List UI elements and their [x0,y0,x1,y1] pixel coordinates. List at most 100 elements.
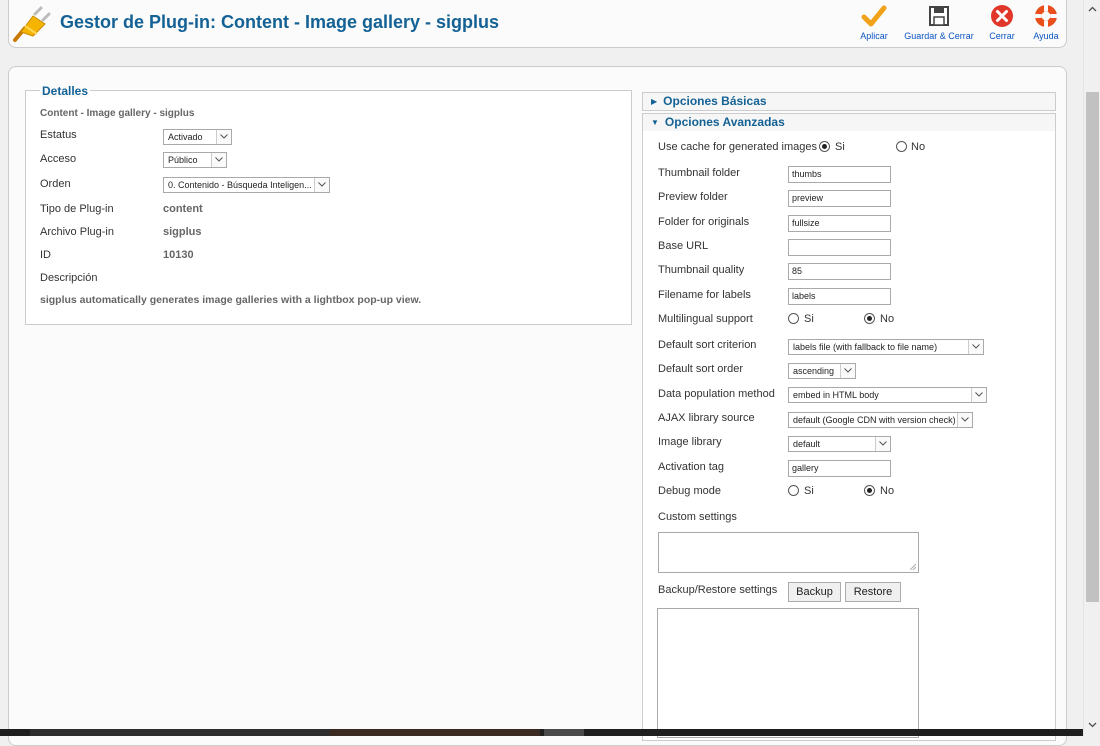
cache-no-label: No [911,141,926,153]
order-select[interactable]: 0. Contenido - Búsqueda Inteligen... [163,177,330,193]
ajax-source-select[interactable]: default (Google CDN with version check) [788,412,973,428]
close-icon [991,5,1013,27]
image-library-label: Image library [658,436,722,448]
advanced-options-header[interactable]: ▼ Opciones Avanzadas [642,113,1056,132]
base-url-label: Base URL [658,240,709,252]
thumbnail-folder-input[interactable]: thumbs [788,166,891,183]
chevron-down-icon [840,364,855,378]
sort-criterion-label: Default sort criterion [658,339,757,351]
apply-button[interactable]: Aplicar [852,4,896,48]
debug-no-radio[interactable] [864,485,875,496]
image-library-select[interactable]: default [788,436,891,452]
cache-no-radio[interactable] [896,141,907,152]
labels-filename-input[interactable]: labels [788,288,891,305]
details-fieldset [25,90,632,325]
debug-yes-radio[interactable] [788,485,799,496]
chevron-down-icon [971,388,986,402]
thumbnail-quality-label: Thumbnail quality [658,264,745,276]
debug-no-label: No [880,485,895,497]
multilingual-label: Multilingual support [658,313,753,325]
plugin-icon [11,6,51,42]
thumbnail-quality-input[interactable]: 85 [788,263,891,280]
ajax-source-value: default (Google CDN with version check) [793,415,956,425]
order-label: Orden [40,178,71,190]
scroll-up-icon[interactable] [1088,5,1097,14]
multilingual-no-label: No [880,313,895,325]
save-close-button[interactable]: Guardar & Cerrar [898,4,980,48]
page-title: Gestor de Plug-in: Content - Image galle… [60,12,500,32]
help-button[interactable]: Ayuda [1026,4,1066,48]
multilingual-no-radio[interactable] [864,313,875,324]
status-value: Activado [168,132,203,142]
description-label: Descripción [40,272,98,284]
cache-yes-label: Si [835,141,845,153]
apply-label: Aplicar [860,31,888,41]
status-label: Estatus [40,129,77,141]
access-select[interactable]: Público [163,152,227,168]
save-close-label: Guardar & Cerrar [904,31,974,41]
access-value: Público [168,155,198,165]
description-text: sigplus automatically generates image ga… [40,294,422,306]
taskbar [0,729,1083,736]
labels-filename-label: Filename for labels [658,289,751,301]
status-select[interactable]: Activado [163,129,232,145]
chevron-down-icon [957,413,972,427]
basic-options-header[interactable]: ▶ Opciones Básicas [642,92,1056,111]
close-button[interactable]: Cerrar [984,4,1020,48]
plugin-file-value: sigplus [163,226,202,238]
originals-folder-label: Folder for originals [658,216,750,228]
scroll-down-icon[interactable] [1088,720,1097,729]
chevron-down-icon [216,130,231,144]
backup-button[interactable]: Backup [788,582,841,602]
sort-order-value: ascending [793,366,835,376]
sort-order-label: Default sort order [658,363,743,375]
multilingual-yes-radio[interactable] [788,313,799,324]
access-label: Acceso [40,153,77,165]
basic-options-title: Opciones Básicas [663,94,767,108]
backup-restore-textarea[interactable] [657,608,919,738]
chevron-down-icon [875,437,890,451]
population-method-select[interactable]: embed in HTML body [788,387,987,403]
preview-folder-label: Preview folder [658,191,728,203]
resize-grip-icon [910,564,916,570]
scrollbar-thumb[interactable] [1086,92,1099,602]
plugin-file-label: Archivo Plug-in [40,226,114,238]
details-legend: Detalles [40,84,91,98]
plugin-type-label: Tipo de Plug-in [40,203,114,215]
chevron-down-icon [314,178,329,192]
debug-mode-label: Debug mode [658,485,721,497]
sort-criterion-value: labels file (with fallback to file name) [793,342,938,352]
close-label: Cerrar [989,31,1015,41]
help-label: Ayuda [1033,31,1059,41]
save-icon [929,6,949,26]
taskbar-item[interactable] [330,729,540,736]
id-label: ID [40,249,51,261]
taskbar-item[interactable] [544,729,584,736]
details-subtitle: Content - Image gallery - sigplus [40,108,195,119]
triangle-down-icon: ▼ [651,118,659,127]
cache-yes-radio[interactable] [819,141,830,152]
activation-tag-input[interactable]: gallery [788,460,891,477]
advanced-options-title: Opciones Avanzadas [664,115,785,129]
id-value: 10130 [163,249,194,261]
debug-yes-label: Si [804,485,814,497]
triangle-right-icon: ▶ [651,97,658,106]
help-icon [1035,5,1057,27]
chevron-down-icon [968,340,983,354]
vertical-scrollbar[interactable] [1083,0,1100,736]
restore-button[interactable]: Restore [845,582,901,602]
checkmark-icon [861,5,887,27]
chevron-down-icon [211,153,226,167]
taskbar-item[interactable] [30,729,330,736]
sort-order-select[interactable]: ascending [788,363,856,379]
sort-criterion-select[interactable]: labels file (with fallback to file name) [788,339,984,355]
base-url-input[interactable] [788,239,891,256]
thumbnail-folder-label: Thumbnail folder [658,167,740,179]
activation-tag-label: Activation tag [658,461,725,473]
cache-label: Use cache for generated images [658,141,817,153]
custom-settings-label: Custom settings [658,511,737,523]
custom-settings-textarea[interactable] [658,532,919,573]
originals-folder-input[interactable]: fullsize [788,215,891,232]
multilingual-yes-label: Si [804,313,814,325]
preview-folder-input[interactable]: preview [788,190,891,207]
